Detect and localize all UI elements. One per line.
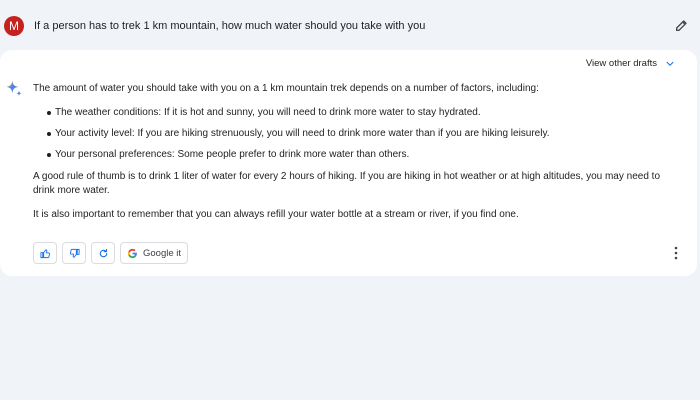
chevron-down-icon: [666, 61, 674, 66]
sparkle-icon: [6, 80, 22, 96]
list-item: Your activity level: If you are hiking s…: [33, 127, 673, 141]
google-it-button[interactable]: Google it: [120, 242, 189, 264]
view-drafts-label: View other drafts: [585, 58, 657, 69]
pencil-icon[interactable]: [674, 17, 690, 33]
regenerate-button[interactable]: [91, 242, 115, 264]
response-paragraph: A good rule of thumb is to drink 1 liter…: [33, 171, 661, 196]
google-g-icon: [127, 248, 137, 258]
thumbs-down-button[interactable]: [62, 242, 86, 264]
thumbs-up-icon: [39, 248, 50, 258]
factors-list: The weather conditions: If it is hot and…: [33, 106, 673, 162]
view-other-drafts-button[interactable]: View other drafts: [586, 58, 675, 69]
google-it-label: Google it: [143, 247, 182, 259]
response-paragraph: It is also important to remember that yo…: [33, 209, 519, 220]
more-vert-icon[interactable]: [673, 246, 679, 260]
user-prompt-row: M If a person has to trek 1 km mountain,…: [0, 8, 700, 44]
response-body: The amount of water you should take with…: [33, 82, 673, 222]
response-actions: Google it: [33, 242, 189, 264]
list-item: The weather conditions: If it is hot and…: [33, 106, 673, 120]
refresh-icon: [99, 248, 107, 257]
thumbs-down-icon: [69, 248, 80, 258]
response-intro: The amount of water you should take with…: [33, 83, 539, 94]
avatar[interactable]: M: [4, 16, 24, 36]
thumbs-up-button[interactable]: [33, 242, 57, 264]
response-card: View other drafts The amount of water yo…: [0, 50, 697, 276]
prompt-text: If a person has to trek 1 km mountain, h…: [34, 20, 426, 32]
list-item: Your personal preferences: Some people p…: [33, 148, 673, 162]
